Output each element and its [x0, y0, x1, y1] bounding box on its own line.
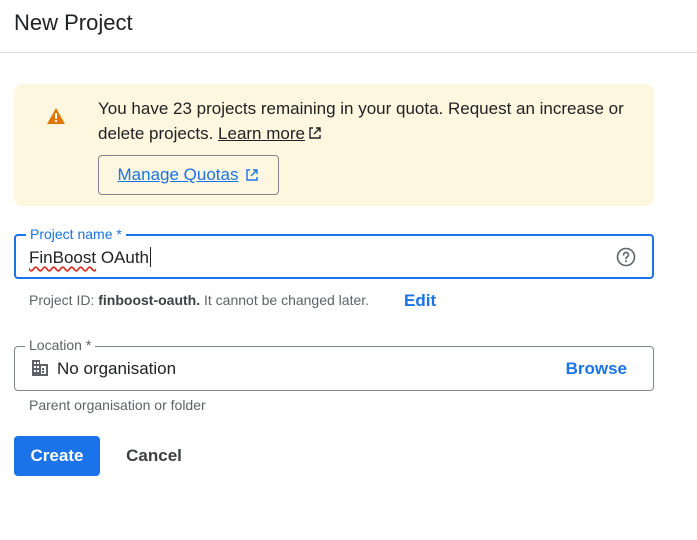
warning-icon	[47, 108, 65, 124]
building-icon	[32, 360, 48, 376]
project-name-rest: OAuth	[96, 248, 150, 267]
project-name-field[interactable]: Project name * FinBoost OAuth	[14, 226, 654, 279]
quota-banner: You have 23 projects remaining in your q…	[14, 84, 654, 206]
new-project-page: New Project You have 23 projects remaini…	[0, 0, 697, 540]
misspelled-word: FinBoost	[29, 248, 97, 267]
manage-quotas-button[interactable]: Manage Quotas	[98, 155, 279, 195]
create-button[interactable]: Create	[14, 436, 100, 476]
project-id-hint: Project ID: finboost-oauth. It cannot be…	[29, 292, 370, 308]
page-title: New Project	[14, 10, 133, 35]
project-name-input[interactable]: FinBoost OAuth	[29, 247, 152, 268]
project-name-label: Project name *	[26, 226, 126, 242]
browse-button[interactable]: Browse	[566, 359, 627, 379]
external-link-icon	[246, 169, 259, 181]
help-circle-icon[interactable]	[616, 247, 636, 267]
location-hint: Parent organisation or folder	[29, 397, 206, 413]
manage-quotas-label: Manage Quotas	[117, 165, 239, 184]
external-link-icon	[309, 127, 321, 139]
page-header: New Project	[0, 0, 697, 53]
learn-more-link[interactable]: Learn more	[218, 124, 322, 143]
location-field[interactable]: Location * No organisation Browse	[14, 337, 654, 391]
location-label: Location *	[25, 337, 96, 353]
location-value: No organisation	[57, 359, 177, 378]
edit-project-id-link[interactable]: Edit	[404, 291, 436, 311]
text-cursor	[150, 247, 152, 267]
project-id-value: finboost-oauth.	[98, 292, 201, 308]
quota-message-text: You have 23 projects remaining in your q…	[98, 99, 624, 143]
quota-message: You have 23 projects remaining in your q…	[98, 96, 638, 146]
cancel-button[interactable]: Cancel	[112, 436, 196, 476]
